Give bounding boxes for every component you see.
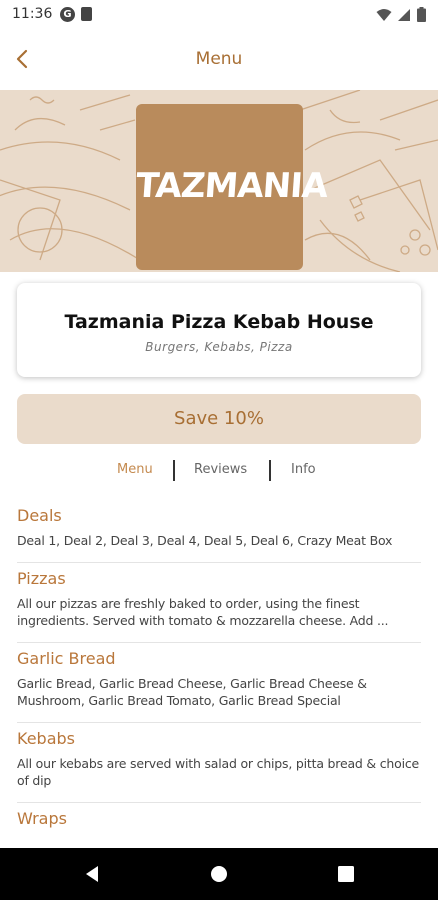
wifi-icon [376,8,392,21]
menu-category-description: Garlic Bread, Garlic Bread Cheese, Garli… [17,676,367,708]
tab-info[interactable]: Info [291,462,316,477]
app-header: Menu [0,30,438,90]
logo-text: TAZMANIA [134,166,329,206]
menu-category-description: Deal 1, Deal 2, Deal 3, Deal 4, Deal 5, … [17,533,393,548]
tab-divider [269,460,271,481]
menu-category-title: Garlic Bread [17,649,116,668]
menu-category-title: Kebabs [17,729,75,748]
restaurant-logo: TAZMANIA [134,104,329,270]
tab-divider [173,460,175,481]
menu-category-title: Pizzas [17,569,66,588]
restaurant-banner: TAZMANIA [0,90,438,272]
restaurant-name: Tazmania Pizza Kebab House [64,311,374,333]
home-circle-icon[interactable] [209,864,229,884]
menu-category-list: Deals Deal 1, Deal 2, Deal 3, Deal 4, De… [17,500,421,828]
menu-category-description: All our kebabs are served with salad or … [17,756,420,788]
page-title: Menu [195,49,243,69]
status-bar: 11:36 G [0,0,438,30]
menu-category-title: Deals [17,506,62,525]
menu-category-description: All our pizzas are freshly baked to orde… [17,596,389,628]
recents-square-icon[interactable] [336,864,356,884]
discount-label: Save 10% [174,408,264,429]
discount-offer-button[interactable]: Save 10% [17,394,421,444]
restaurant-info-card: Tazmania Pizza Kebab House Burgers, Keba… [17,283,421,377]
menu-category-deals[interactable]: Deals Deal 1, Deal 2, Deal 3, Deal 4, De… [17,500,421,563]
system-nav-bar [0,848,438,900]
g-icon: G [60,7,75,22]
status-icons-right [376,7,426,22]
menu-category-wraps[interactable]: Wraps [17,803,421,828]
menu-category-garlic-bread[interactable]: Garlic Bread Garlic Bread, Garlic Bread … [17,643,421,723]
menu-category-kebabs[interactable]: Kebabs All our kebabs are served with sa… [17,723,421,803]
menu-category-pizzas[interactable]: Pizzas All our pizzas are freshly baked … [17,563,421,643]
signal-icon [398,8,410,21]
tab-reviews[interactable]: Reviews [194,462,247,477]
tab-menu[interactable]: Menu [117,462,153,477]
restaurant-cuisines: Burgers, Kebabs, Pizza [145,340,293,354]
status-time: 11:36 [12,6,53,22]
sim-card-icon [81,7,92,21]
back-triangle-icon[interactable] [82,864,102,884]
menu-category-title: Wraps [17,809,67,828]
status-icons-left: G [60,7,92,22]
section-tabs: Menu Reviews Info [0,458,438,484]
battery-icon [417,7,426,22]
